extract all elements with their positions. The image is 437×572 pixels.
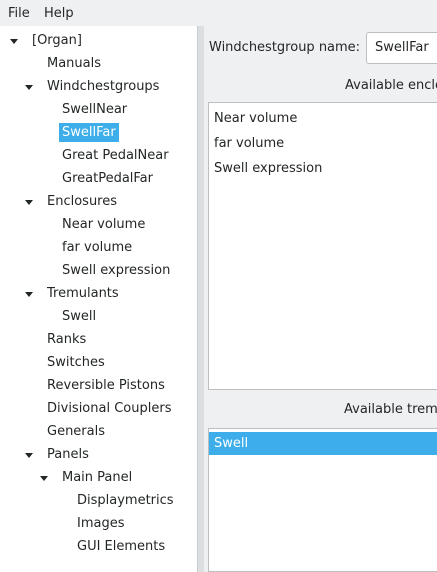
tree-label: Main Panel <box>62 470 133 485</box>
chevron-down-icon[interactable] <box>22 76 36 97</box>
tree-label: Enclosures <box>47 194 118 209</box>
organ-tree[interactable]: [Organ] Manuals Windchestgroups SwellNea… <box>0 26 198 572</box>
tree-label: [Organ] <box>32 33 82 48</box>
tree-label: Windchestgroups <box>47 79 160 94</box>
menu-file[interactable]: File <box>8 5 30 22</box>
chevron-down-icon[interactable] <box>37 467 51 488</box>
tree-label: Near volume <box>62 217 146 232</box>
tree-label: Ranks <box>47 332 87 347</box>
tree-label: GUI Elements <box>77 539 166 554</box>
tree-label: GreatPedalFar <box>62 171 153 186</box>
tree-label: Divisional Couplers <box>47 401 172 416</box>
available-enclosures-label: Available enclo <box>345 78 437 93</box>
tree-label: Manuals <box>47 56 102 71</box>
tree-label: Panels <box>47 447 89 462</box>
tree-label: Switches <box>47 355 105 370</box>
chevron-down-icon[interactable] <box>7 30 21 51</box>
windchestgroup-name-label: Windchestgroup name: <box>209 40 361 55</box>
menu-help[interactable]: Help <box>44 5 74 22</box>
tree-label: SwellNear <box>62 102 128 117</box>
list-item[interactable]: far volume <box>209 132 437 155</box>
tree-label: Generals <box>47 424 106 439</box>
windchestgroup-editor: Windchestgroup name: SwellFar Available … <box>204 26 437 572</box>
tree-label: Reversible Pistons <box>47 378 165 393</box>
enclosures-list[interactable]: Near volume far volume Swell expression <box>208 102 437 390</box>
tree-label: Images <box>77 516 125 531</box>
tree-label: Swell expression <box>62 263 171 278</box>
chevron-down-icon[interactable] <box>22 444 36 465</box>
tree-label: Tremulants <box>47 286 119 301</box>
available-tremulants-label: Available tremu <box>344 402 437 417</box>
tree-label: far volume <box>62 240 133 255</box>
list-item[interactable]: Swell expression <box>209 157 437 180</box>
list-item[interactable]: Near volume <box>209 107 437 130</box>
menu-bar: File Help <box>0 0 437 26</box>
tree-label: Great PedalNear <box>62 148 169 163</box>
tree-label: Swell <box>62 309 97 324</box>
chevron-down-icon[interactable] <box>22 191 36 212</box>
tremulants-list[interactable]: Swell <box>208 428 437 572</box>
windchestgroup-name-input[interactable]: SwellFar <box>366 32 437 64</box>
chevron-down-icon[interactable] <box>22 283 36 304</box>
list-item-selected[interactable]: Swell <box>209 432 437 455</box>
tree-label: Displaymetrics <box>77 493 174 508</box>
tree-label-selected: SwellFar <box>59 123 119 142</box>
